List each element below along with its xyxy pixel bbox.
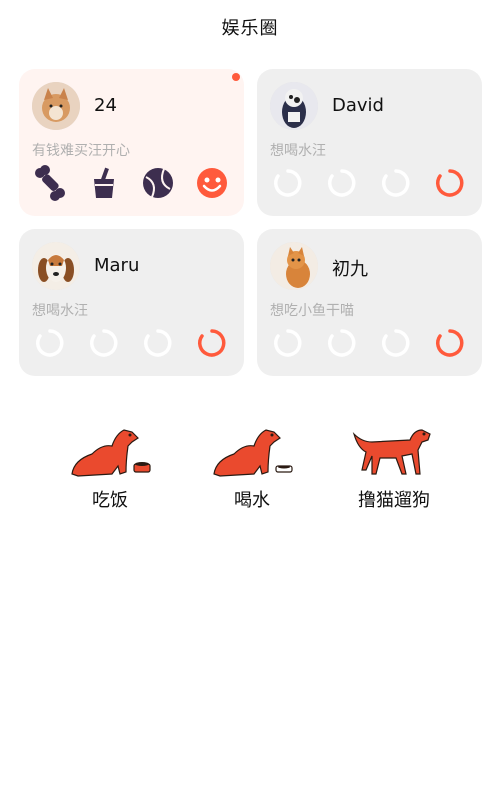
dog-walking-icon — [352, 429, 431, 475]
loading-ring-icon[interactable] — [378, 325, 414, 361]
pet-name: David — [332, 95, 384, 116]
pet-card-david[interactable]: David 想喝水汪 — [257, 69, 482, 216]
pet-card-24[interactable]: 24 有钱难买汪开心 — [19, 69, 244, 216]
walk-label: 撸猫遛狗 — [358, 490, 430, 511]
pet-card-maru[interactable]: Maru 想喝水汪 — [19, 229, 244, 376]
loading-ring-icon[interactable] — [324, 165, 360, 201]
loading-ring-icon[interactable] — [270, 165, 306, 201]
notification-dot — [232, 73, 240, 81]
loading-ring-icon[interactable] — [140, 325, 176, 361]
dog-eating-icon — [71, 429, 151, 477]
walk-button[interactable]: 撸猫遛狗 — [344, 420, 444, 512]
loading-ring-icon[interactable] — [378, 165, 414, 201]
loading-ring-accent-icon[interactable] — [432, 165, 468, 201]
loading-ring-icon[interactable] — [270, 325, 306, 361]
smiley-icon[interactable] — [194, 165, 230, 201]
feed-button[interactable]: 吃饭 — [60, 420, 160, 512]
page-title: 娱乐圈 — [221, 18, 279, 39]
loading-ring-icon[interactable] — [324, 325, 360, 361]
bone-icon[interactable] — [32, 165, 68, 201]
pet-name: 初九 — [332, 259, 368, 280]
pet-status: 想喝水汪 — [32, 303, 88, 319]
loading-ring-accent-icon[interactable] — [432, 325, 468, 361]
action-bar: 吃饭 喝水 撸猫遛狗 — [0, 420, 500, 530]
pet-status: 想喝水汪 — [270, 143, 326, 159]
pet-card-chujiu[interactable]: 初九 想吃小鱼干喵 — [257, 229, 482, 376]
pet-status: 想吃小鱼干喵 — [270, 303, 354, 319]
avatar — [32, 82, 80, 130]
avatar — [32, 242, 80, 290]
loading-ring-accent-icon[interactable] — [194, 325, 230, 361]
avatar — [270, 242, 318, 290]
drink-label: 喝水 — [234, 490, 270, 511]
drink-button[interactable]: 喝水 — [202, 420, 302, 512]
loading-ring-icon[interactable] — [86, 325, 122, 361]
pet-name: Maru — [94, 255, 140, 276]
feed-label: 吃饭 — [92, 490, 128, 511]
ball-icon[interactable] — [140, 165, 176, 201]
loading-ring-icon[interactable] — [32, 325, 68, 361]
pet-name: 24 — [94, 95, 117, 116]
pet-status: 有钱难买汪开心 — [32, 143, 130, 159]
cup-icon[interactable] — [86, 165, 122, 201]
dog-drinking-icon — [213, 429, 293, 477]
avatar — [270, 82, 318, 130]
